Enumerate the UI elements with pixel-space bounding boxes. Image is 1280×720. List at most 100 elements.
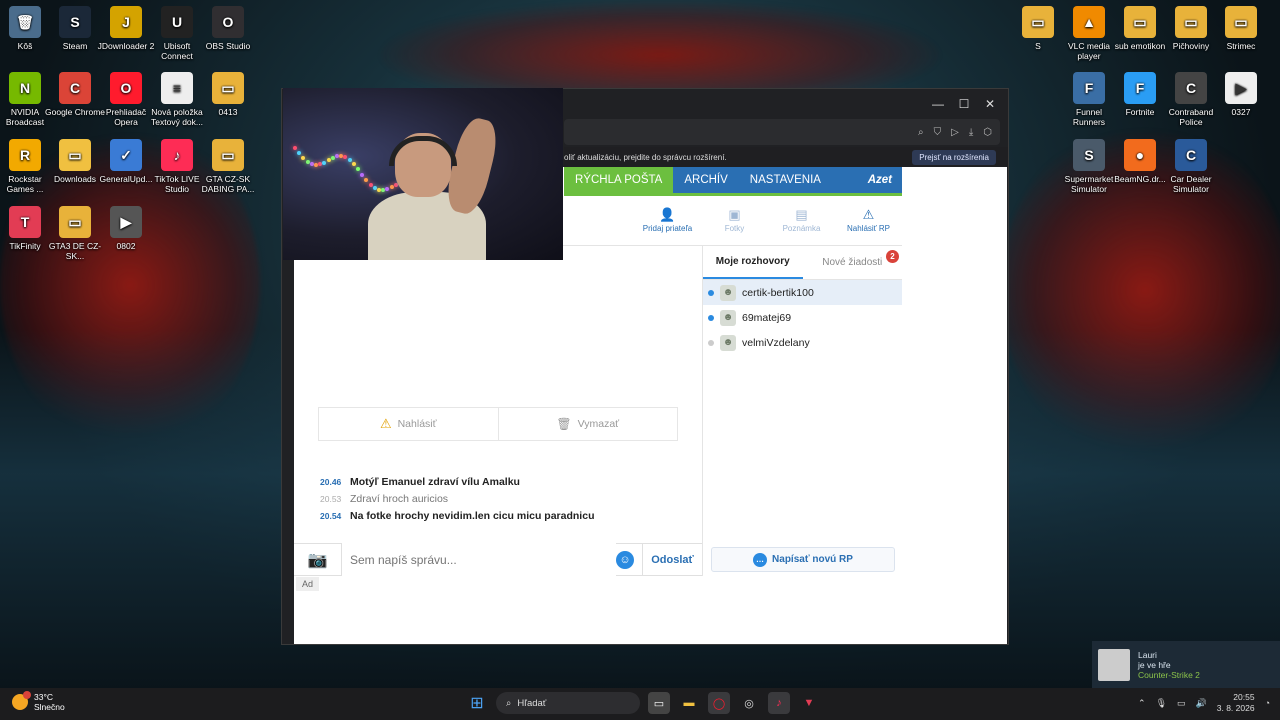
extension-icon[interactable]: ⬡ xyxy=(983,127,992,138)
task-view-icon[interactable]: ▭ xyxy=(648,692,670,714)
message-text: Motýľ Emanuel zdraví vílu Amalku xyxy=(350,475,520,488)
desktop-icon[interactable]: ▶ 0327 xyxy=(1211,72,1271,117)
folder-icon: ▭ xyxy=(59,139,91,171)
list-item: 20.46 Motýľ Emanuel zdraví vílu Amalku xyxy=(320,473,700,490)
tab-new-requests[interactable]: Nové žiadosti 2 xyxy=(803,246,903,279)
time: 20:55 xyxy=(1233,692,1255,702)
new-rp-button[interactable]: … Napísať novú RP xyxy=(711,547,895,572)
go-to-extensions-button[interactable]: Prejsť na rozšírenia xyxy=(912,149,996,165)
conversation-item[interactable]: ☻ 69matej69 xyxy=(703,305,902,330)
nav-underline xyxy=(564,193,902,196)
zoom-icon[interactable]: ⌕ xyxy=(918,127,924,138)
sun-icon xyxy=(12,691,31,710)
friend-notification[interactable]: Lauri je ve hře Counter-Strike 2 xyxy=(1092,641,1280,689)
windows-start-icon[interactable]: ⊞ xyxy=(466,692,488,714)
volume-icon[interactable]: 🔊 xyxy=(1196,698,1207,709)
delete-button[interactable]: 🗑 Vymazať xyxy=(497,408,678,440)
tab-archiv[interactable]: ARCHÍV xyxy=(673,167,738,193)
microphone-icon[interactable]: 🎙 xyxy=(1156,698,1167,709)
fortnite-icon: F xyxy=(1124,72,1156,104)
shield-icon[interactable]: ⛉ xyxy=(934,127,942,138)
rockstar-icon: R xyxy=(9,139,41,171)
folder-icon: ▭ xyxy=(1022,6,1054,38)
text-document-icon: ≡ xyxy=(161,72,193,104)
taskbar-search[interactable]: ⌕ Hľadať xyxy=(496,692,640,714)
taskbar-apps: ⊞ ⌕ Hľadať ▭ ▬ ◯ ◎ ♪ ▼ xyxy=(466,692,820,714)
clock[interactable]: 20:55 3. 8. 2026 xyxy=(1217,692,1255,714)
search-icon: ⌕ xyxy=(506,697,512,709)
folder-icon: ▭ xyxy=(1225,6,1257,38)
photos-button[interactable]: ▣ Fotky xyxy=(704,207,766,239)
game-icon: F xyxy=(1073,72,1105,104)
add-user-icon: 👤 xyxy=(659,207,676,222)
play-icon[interactable]: ▷ xyxy=(951,127,959,138)
network-icon[interactable]: ▭ xyxy=(1177,698,1186,709)
download-icon[interactable]: ⤓ xyxy=(969,127,973,138)
avatar: ☻ xyxy=(720,334,736,351)
tab-my-conversations[interactable]: Moje rozhovory xyxy=(703,246,803,279)
recycle-bin-icon: 🗑 xyxy=(9,6,41,38)
obs-icon[interactable]: ◎ xyxy=(738,692,760,714)
message-input[interactable] xyxy=(342,543,616,576)
maximize-icon[interactable]: ☐ xyxy=(952,92,976,116)
file-explorer-icon[interactable]: ▬ xyxy=(678,692,700,714)
folder-icon: ▭ xyxy=(1175,6,1207,38)
friend-game: Counter-Strike 2 xyxy=(1138,670,1200,680)
minimize-icon[interactable]: — xyxy=(926,92,950,116)
tikfinity-icon: T xyxy=(9,206,41,238)
desktop-icon[interactable]: C Car Dealer Simulator xyxy=(1161,139,1221,194)
beamng-icon: ● xyxy=(1124,139,1156,171)
folder-icon: ▭ xyxy=(1124,6,1156,38)
trash-icon: 🗑 xyxy=(556,417,572,431)
photos-icon: ▣ xyxy=(728,207,741,222)
desktop-icon[interactable]: O OBS Studio xyxy=(198,6,258,51)
address-bar[interactable]: ⌕ ⛉ ▷ ⤓ ⬡ xyxy=(564,119,1000,145)
folder-icon: ▭ xyxy=(212,72,244,104)
conversation-name: velmiVzdelany xyxy=(742,336,810,349)
desktop-icon-label: Strimec xyxy=(1226,41,1256,51)
desktop-icon[interactable]: ▭ Strimec xyxy=(1211,6,1271,51)
tab-rychla-posta[interactable]: RÝCHLA POŠTA xyxy=(564,167,674,193)
close-icon[interactable]: ✕ xyxy=(978,92,1002,116)
friend-status: je ve hře xyxy=(1138,660,1171,670)
desktop-icon-label: Car Dealer Simulator xyxy=(1170,174,1212,194)
conversation-item[interactable]: ☻ certik-bertik100 xyxy=(703,280,902,305)
report-rp-button[interactable]: ⚠ Nahlásiť RP xyxy=(838,207,900,239)
report-button[interactable]: ⚠ Nahlásiť xyxy=(319,408,498,440)
tiktok-icon[interactable]: ♪ xyxy=(768,692,790,714)
desktop-icon[interactable]: ▭ 0413 xyxy=(198,72,258,117)
list-item: 20.54 Na fotke hrochy nevidim.len cicu m… xyxy=(320,507,700,524)
notifications-icon[interactable]: ◔ xyxy=(1265,698,1270,708)
obs-icon: O xyxy=(212,6,244,38)
tikfinity-icon[interactable]: ▼ xyxy=(798,692,820,714)
add-friend-button[interactable]: 👤 Pridaj priateľa xyxy=(637,207,699,239)
system-tray: ⌃ 🎙 ▭ 🔊 20:55 3. 8. 2026 ◔ xyxy=(1138,692,1270,714)
game-icon: C xyxy=(1175,139,1207,171)
azet-logo[interactable]: Azet xyxy=(858,167,902,193)
note-button[interactable]: ▤ Poznámka xyxy=(771,207,833,239)
message-time: 20.53 xyxy=(320,493,342,504)
conversations-panel: Moje rozhovory Nové žiadosti 2 ☻ certik-… xyxy=(702,246,902,576)
desktop-icon[interactable]: ▭ GTA CZ-SK DABING PA... xyxy=(198,139,258,194)
message-text: Zdraví hroch auricios xyxy=(350,492,449,505)
send-button[interactable]: Odoslať xyxy=(642,543,702,576)
nvidia-icon: N xyxy=(9,72,41,104)
chevron-up-icon[interactable]: ⌃ xyxy=(1138,698,1146,709)
desktop-icon-label: OBS Studio xyxy=(205,41,251,51)
weather-widget[interactable]: 33°C Slnečno xyxy=(12,691,65,712)
chrome-icon: C xyxy=(59,72,91,104)
camera-icon[interactable]: 📷 xyxy=(294,543,342,576)
desktop-icon[interactable]: ▶ 0802 xyxy=(96,206,156,251)
ad-label: Ad xyxy=(296,577,320,591)
opera-icon[interactable]: ◯ xyxy=(708,692,730,714)
headphones xyxy=(389,136,457,166)
date: 3. 8. 2026 xyxy=(1216,703,1255,713)
tab-nastavenia[interactable]: NASTAVENIA xyxy=(739,167,832,193)
conversation-item[interactable]: ☻ velmiVzdelany xyxy=(703,330,902,355)
message-text: Na fotke hrochy nevidim.len cicu micu pa… xyxy=(350,509,595,522)
online-indicator xyxy=(708,314,714,321)
emoji-icon[interactable]: ☺ xyxy=(616,550,634,569)
message-time: 20.46 xyxy=(320,476,342,487)
avatar: ☻ xyxy=(720,284,736,301)
note-icon: ▤ xyxy=(795,207,808,222)
